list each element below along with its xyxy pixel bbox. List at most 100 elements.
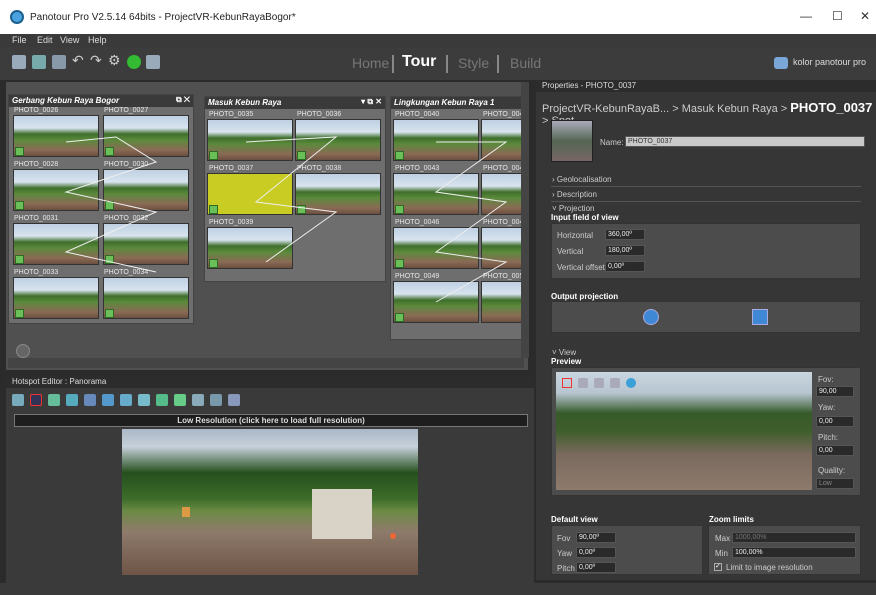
tab-style[interactable]: Style (458, 55, 489, 71)
zoom-limits-heading: Zoom limits (709, 515, 754, 524)
max-field[interactable]: 1000,00% (732, 532, 856, 543)
vertical-field[interactable]: 180,00º (605, 245, 645, 256)
add-tool-icon[interactable] (174, 394, 186, 406)
output-projection-box (551, 301, 861, 333)
load-full-resolution-button[interactable]: Low Resolution (click here to load full … (14, 414, 528, 427)
projection-label: Projection (558, 204, 595, 213)
status-bar (0, 583, 876, 595)
dv-pitch-label: Pitch (557, 564, 575, 573)
compass-icon[interactable] (610, 378, 620, 388)
min-field[interactable]: 100,00% (732, 547, 856, 558)
image-icon[interactable] (578, 378, 588, 388)
output-projection-heading: Output projection (551, 292, 619, 301)
menu-help[interactable]: Help (88, 35, 107, 45)
add-panorama-icon[interactable] (12, 55, 26, 69)
output-icon[interactable] (146, 55, 160, 69)
globe-icon[interactable] (626, 378, 636, 388)
pitch-label: Pitch: (818, 433, 839, 442)
text-tool-icon[interactable] (102, 394, 114, 406)
close-icon[interactable]: ✕ (860, 9, 870, 23)
panorama-view[interactable] (122, 429, 418, 575)
preview-view[interactable] (556, 372, 812, 490)
hotspot-marker-icon[interactable] (182, 507, 190, 517)
tab-separator (497, 55, 499, 73)
divider (551, 201, 861, 202)
input-fov-heading: Input field of view (551, 213, 619, 222)
rect-tool-icon[interactable] (30, 394, 42, 406)
yaw-label: Yaw: (818, 403, 836, 412)
tab-build[interactable]: Build (510, 55, 541, 71)
limit-checkbox[interactable]: ✓ (714, 563, 722, 571)
name-label: Name: (600, 138, 624, 147)
tab-separator (446, 55, 448, 73)
name-field[interactable]: PHOTO_0037 (625, 136, 865, 147)
geolocalisation-toggle[interactable]: › Geolocalisation (552, 175, 612, 184)
dv-yaw-field[interactable]: 0,00º (576, 547, 616, 558)
yaw-field[interactable]: 0,00 (816, 416, 854, 427)
navigator-icon[interactable] (16, 344, 30, 358)
dv-pitch-field[interactable]: 0,00º (576, 562, 616, 573)
limit-label: Limit to image resolution (726, 563, 813, 572)
geolocalisation-label: Geolocalisation (556, 175, 612, 184)
link-lines (64, 136, 508, 303)
polygon-tool-icon[interactable] (66, 394, 78, 406)
zoom-tool-icon[interactable] (210, 394, 222, 406)
settings-list-icon[interactable] (52, 55, 66, 69)
maximize-icon[interactable]: ☐ (832, 9, 843, 23)
tour-vertical-scrollbar[interactable] (521, 82, 529, 358)
brand-label: kolor panotour pro (792, 57, 866, 67)
quality-select[interactable]: Low (816, 478, 854, 489)
gear-icon[interactable]: ⚙ (108, 52, 122, 68)
properties-header: Properties - PHOTO_0037 (536, 80, 876, 92)
tab-home[interactable]: Home (352, 55, 389, 71)
undo-icon[interactable]: ↶ (72, 52, 86, 68)
tab-separator (392, 55, 394, 73)
image-tool-icon[interactable] (84, 394, 96, 406)
dv-fov-label: Fov (557, 534, 571, 543)
app-icon (10, 10, 24, 24)
window-title: Panotour Pro V2.5.14 64bits - ProjectVR-… (30, 12, 296, 23)
description-label: Description (556, 190, 597, 199)
menu-edit[interactable]: Edit (37, 35, 53, 45)
horizontal-field[interactable]: 360,00º (605, 229, 645, 240)
hotspot-marker-icon[interactable] (390, 533, 396, 539)
flat-projection-icon[interactable] (752, 309, 768, 325)
horizontal-label: Horizontal (557, 231, 594, 240)
menu-view[interactable]: View (60, 35, 79, 45)
hotspot-editor-header: Hotspot Editor : Panorama (6, 376, 534, 388)
hotspot-toolbar (6, 390, 534, 412)
breadcrumb-current: PHOTO_0037 (790, 100, 873, 115)
sound-tool-icon[interactable] (120, 394, 132, 406)
camera-icon[interactable] (594, 378, 604, 388)
projection-toggle[interactable]: ˅ Projection (552, 204, 594, 213)
view-toggle[interactable]: ˅ View (552, 348, 576, 357)
pitch-field[interactable]: 0,00 (816, 445, 854, 456)
fov-field[interactable]: 90,00 (816, 386, 854, 397)
dv-fov-field[interactable]: 90,00º (576, 532, 616, 543)
rect-icon[interactable] (562, 378, 572, 388)
link-tool-icon[interactable] (156, 394, 168, 406)
menu-file[interactable]: File (12, 35, 27, 45)
play-icon[interactable] (127, 55, 141, 69)
tab-tour[interactable]: Tour (402, 53, 436, 71)
video-tool-icon[interactable] (138, 394, 150, 406)
tour-horizontal-scrollbar[interactable] (8, 358, 524, 368)
spherical-projection-icon[interactable] (643, 309, 659, 325)
fov-label: Fov: (818, 375, 834, 384)
save-icon[interactable] (32, 55, 46, 69)
redo-icon[interactable]: ↷ (90, 52, 104, 68)
brand-logo-icon (774, 57, 788, 69)
point-tool-icon[interactable] (48, 394, 60, 406)
select-tool-icon[interactable] (12, 394, 24, 406)
description-toggle[interactable]: › Description (552, 190, 597, 199)
vertical-offset-label: Vertical offset (557, 263, 605, 272)
layer-tool-icon[interactable] (192, 394, 204, 406)
menu-bar: File Edit View Help (0, 34, 876, 47)
minimize-icon[interactable]: — (800, 9, 812, 23)
tour-canvas[interactable]: Gerbang Kebun Raya Bogor ⧉ ✕ PHOTO_0026 P… (6, 82, 528, 370)
min-label: Min (715, 549, 728, 558)
grid-tool-icon[interactable] (228, 394, 240, 406)
vertical-offset-field[interactable]: 0,00º (605, 261, 645, 272)
breadcrumb-path[interactable]: ProjectVR-KebunRayaB... > Masuk Kebun Ra… (542, 103, 787, 115)
photo-preview-thumb (551, 120, 593, 162)
